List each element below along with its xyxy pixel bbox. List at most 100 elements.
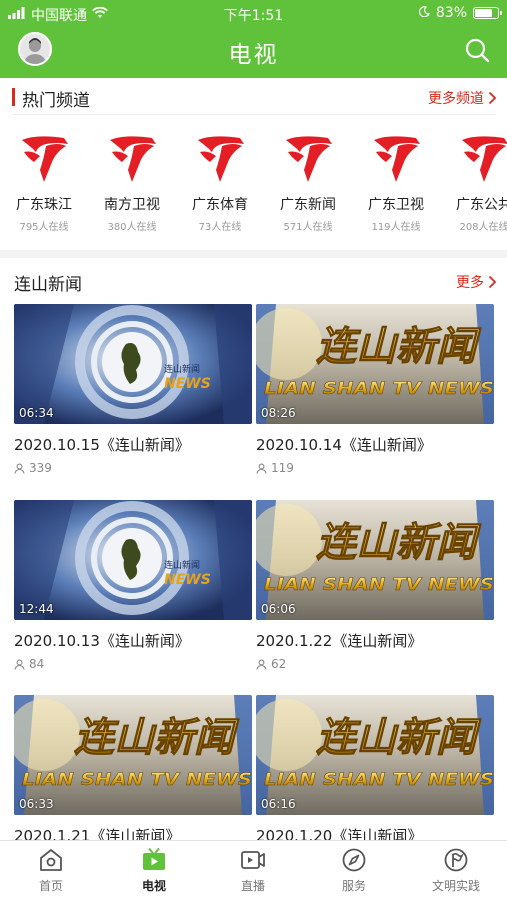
live-camera-icon bbox=[213, 847, 293, 873]
news-card[interactable]: 连山新闻 LIAN SHAN TV NEWS 06:06 2020.1.22《连山新闻… bbox=[256, 500, 494, 671]
channel-name: 南方卫视 bbox=[104, 197, 160, 213]
svg-text:NEWS: NEWS bbox=[164, 376, 211, 392]
tab-tv[interactable]: 电视 bbox=[114, 847, 194, 894]
home-icon bbox=[11, 847, 91, 873]
channel-item[interactable]: 广东体育 73人在线 bbox=[176, 126, 264, 233]
news-card[interactable]: 连山新闻 LIAN SHAN TV NEWS 06:16 2020.1.20《连山新闻… bbox=[256, 695, 494, 840]
view-count: 119 bbox=[256, 461, 494, 475]
video-thumbnail[interactable]: 连山新闻 LIAN SHAN TV NEWS 06:06 bbox=[256, 500, 494, 620]
channel-logo-icon bbox=[0, 130, 88, 186]
section-gap bbox=[0, 250, 507, 258]
channel-list: 广东珠江 795人在线 南方卫视 380人在线 广东体育 73人在线 广东新闻 571人在线广… bbox=[0, 126, 507, 246]
view-count-value: 84 bbox=[29, 657, 45, 671]
channel-name: 广东珠江 bbox=[16, 197, 72, 213]
news-section: 连山新闻 更多 连山新闻 NEWS 06:34 2020.10.15《连山新闻》 339… bbox=[0, 258, 507, 840]
news-card-title: 2020.10.13《连山新闻》 bbox=[14, 632, 190, 650]
channel-online-count: 795人在线 bbox=[19, 222, 69, 233]
channel-name: 广东公共 bbox=[456, 197, 507, 213]
tab-label: 服务 bbox=[341, 879, 366, 893]
channel-logo-icon bbox=[440, 130, 507, 186]
svg-text:LIAN SHAN TV NEWS: LIAN SHAN TV NEWS bbox=[264, 379, 494, 399]
video-thumbnail[interactable]: 连山新闻 NEWS 12:44 bbox=[14, 500, 252, 620]
person-icon bbox=[14, 659, 25, 670]
person-icon bbox=[256, 659, 267, 670]
channel-online-count: 571人在线 bbox=[283, 222, 333, 233]
bottom-tab-bar: 首页 电视 直播 服务 文明实践 bbox=[0, 840, 507, 900]
channel-name: 广东卫视 bbox=[368, 197, 424, 213]
section-marker bbox=[12, 88, 15, 106]
video-thumbnail[interactable]: 连山新闻 LIAN SHAN TV NEWS 06:33 bbox=[14, 695, 252, 815]
news-card-title: 2020.10.15《连山新闻》 bbox=[14, 436, 190, 454]
svg-text:LIAN SHAN TV NEWS: LIAN SHAN TV NEWS bbox=[22, 770, 252, 790]
video-thumbnail[interactable]: 连山新闻 LIAN SHAN TV NEWS 06:16 bbox=[256, 695, 494, 815]
status-bar: 中国联通 下午1:51 83% bbox=[0, 0, 507, 28]
news-card[interactable]: 连山新闻 LIAN SHAN TV NEWS 06:33 2020.1.21《连山新闻… bbox=[14, 695, 252, 840]
channel-logo-icon bbox=[88, 130, 176, 186]
tv-icon bbox=[114, 847, 194, 873]
video-thumbnail[interactable]: 连山新闻 NEWS 06:34 bbox=[14, 304, 252, 424]
news-section-title: 连山新闻 bbox=[14, 275, 82, 295]
svg-text:连山新闻: 连山新闻 bbox=[74, 715, 240, 761]
channel-online-count: 73人在线 bbox=[198, 222, 242, 233]
video-duration: 06:34 bbox=[19, 406, 54, 420]
view-count-value: 339 bbox=[29, 461, 52, 475]
view-count: 62 bbox=[256, 657, 494, 671]
video-duration: 08:26 bbox=[261, 406, 296, 420]
flag-circle-icon bbox=[416, 847, 496, 873]
svg-text:连山新闻: 连山新闻 bbox=[164, 559, 200, 571]
page-title: 电视 bbox=[228, 42, 279, 68]
status-right: 83% bbox=[418, 5, 502, 21]
channel-name: 广东新闻 bbox=[280, 197, 336, 213]
channel-item[interactable]: 广东公共 208人在线 bbox=[440, 126, 507, 233]
news-card-title: 2020.10.14《连山新闻》 bbox=[256, 436, 432, 454]
more-channels-link[interactable]: 更多频道 bbox=[428, 88, 497, 108]
svg-text:NEWS: NEWS bbox=[164, 572, 211, 588]
battery-percent: 83% bbox=[435, 5, 467, 21]
moon-icon bbox=[418, 5, 430, 21]
channel-item[interactable]: 广东卫视 119人在线 bbox=[352, 126, 440, 233]
top-nav-bar: 电视 bbox=[0, 28, 507, 78]
channel-item[interactable]: 广东珠江 795人在线 bbox=[0, 126, 88, 233]
news-card-title: 2020.1.21《连山新闻》 bbox=[14, 827, 181, 840]
video-duration: 06:16 bbox=[261, 797, 296, 811]
channel-item[interactable]: 广东新闻 571人在线 bbox=[264, 126, 352, 233]
view-count-value: 62 bbox=[271, 657, 287, 671]
news-header: 连山新闻 更多 bbox=[0, 258, 507, 302]
news-card[interactable]: 连山新闻 NEWS 12:44 2020.10.13《连山新闻》 84 bbox=[14, 500, 252, 671]
battery-icon bbox=[473, 7, 502, 19]
person-icon bbox=[14, 463, 25, 474]
svg-text:连山新闻: 连山新闻 bbox=[164, 363, 200, 375]
more-news-label: 更多 bbox=[456, 275, 484, 291]
hot-channels-header: 热门频道 更多频道 bbox=[0, 78, 507, 115]
svg-text:LIAN SHAN TV NEWS: LIAN SHAN TV NEWS bbox=[264, 770, 494, 790]
channel-logo-icon bbox=[264, 130, 352, 186]
news-card[interactable]: 连山新闻 LIAN SHAN TV NEWS 08:26 2020.10.14《连山新… bbox=[256, 304, 494, 475]
svg-text:连山新闻: 连山新闻 bbox=[316, 520, 482, 566]
compass-icon bbox=[314, 847, 394, 873]
tab-label: 文明实践 bbox=[431, 879, 480, 893]
tab-home[interactable]: 首页 bbox=[11, 847, 91, 894]
chevron-right-icon bbox=[488, 91, 497, 105]
video-thumbnail[interactable]: 连山新闻 LIAN SHAN TV NEWS 08:26 bbox=[256, 304, 494, 424]
more-news-link[interactable]: 更多 bbox=[456, 272, 497, 292]
video-duration: 12:44 bbox=[19, 602, 54, 616]
hot-channels-title: 热门频道 bbox=[22, 91, 90, 111]
tab-flag-circle[interactable]: 文明实践 bbox=[416, 847, 496, 894]
tab-live-camera[interactable]: 直播 bbox=[213, 847, 293, 894]
tab-label: 首页 bbox=[38, 879, 63, 893]
more-channels-label: 更多频道 bbox=[428, 91, 484, 107]
channel-online-count: 380人在线 bbox=[107, 222, 157, 233]
chevron-right-icon bbox=[488, 275, 497, 289]
view-count: 339 bbox=[14, 461, 252, 475]
news-card[interactable]: 连山新闻 NEWS 06:34 2020.10.15《连山新闻》 339 bbox=[14, 304, 252, 475]
tab-label: 电视 bbox=[141, 879, 166, 893]
news-card-title: 2020.1.20《连山新闻》 bbox=[256, 827, 423, 840]
channel-logo-icon bbox=[176, 130, 264, 186]
tab-compass[interactable]: 服务 bbox=[314, 847, 394, 894]
divider bbox=[12, 114, 495, 115]
channel-item[interactable]: 南方卫视 380人在线 bbox=[88, 126, 176, 233]
view-count: 84 bbox=[14, 657, 252, 671]
channel-logo-icon bbox=[352, 130, 440, 186]
search-icon[interactable] bbox=[463, 36, 491, 64]
tab-label: 直播 bbox=[240, 879, 265, 893]
